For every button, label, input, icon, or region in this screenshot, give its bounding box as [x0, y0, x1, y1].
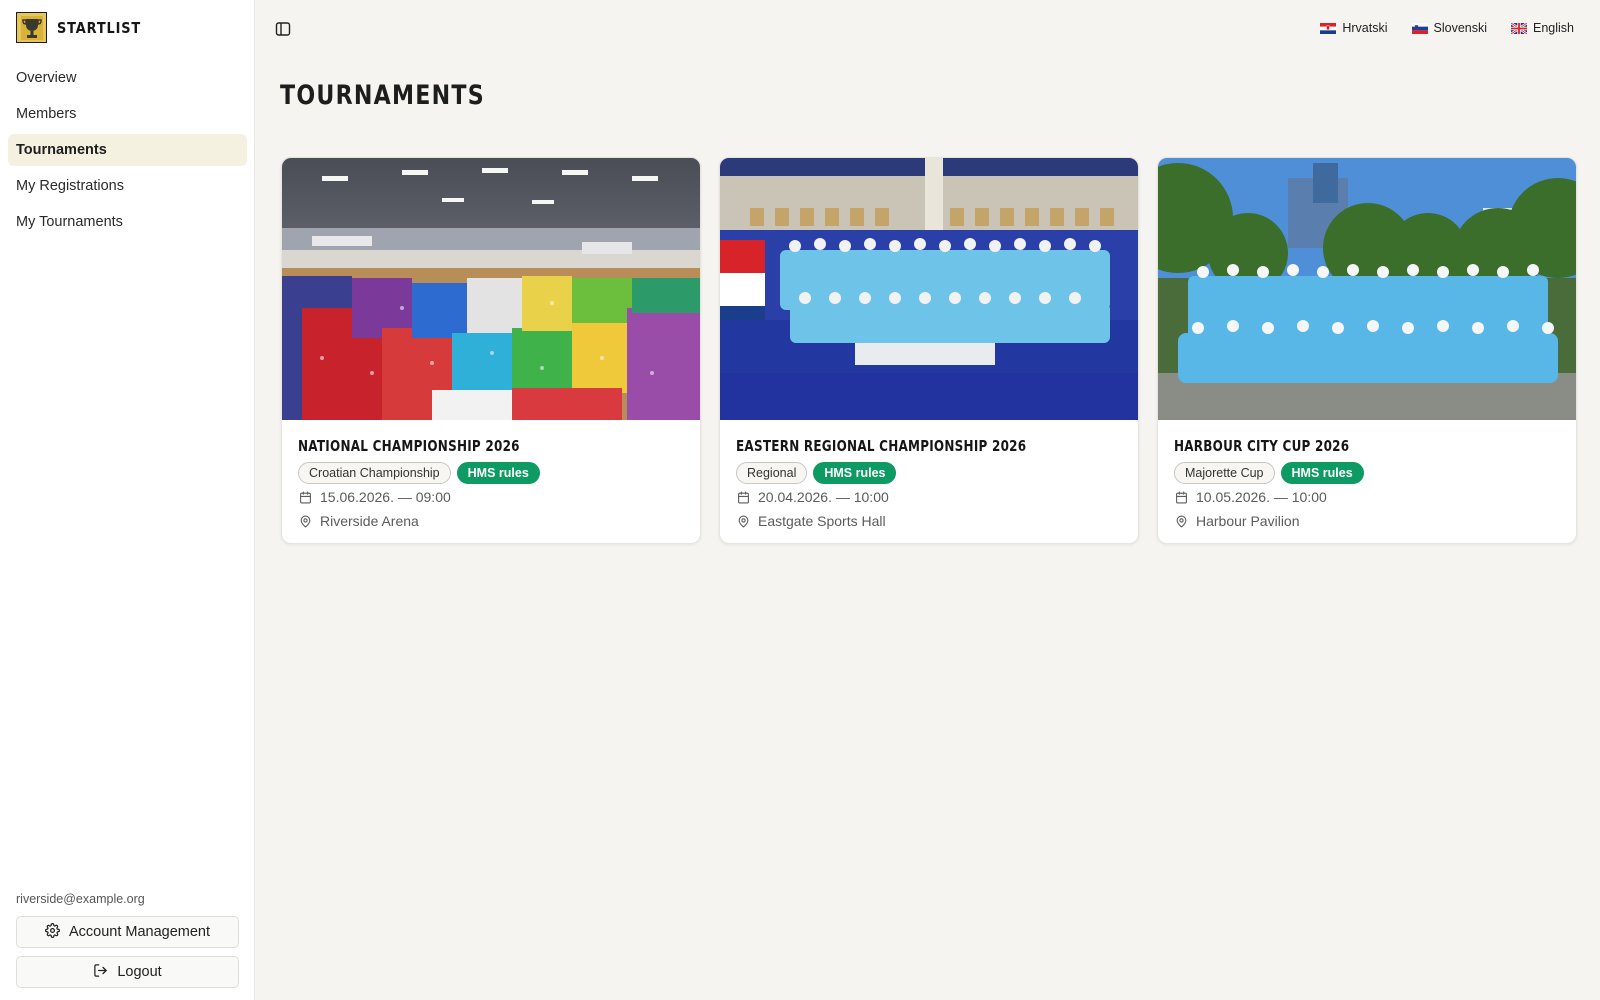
tournament-grid: NATIONAL CHAMPIONSHIP 2026 Croatian Cham…	[281, 157, 1577, 544]
slovenia-flag-icon	[1411, 22, 1428, 34]
language-hrvatski-label: Hrvatski	[1342, 21, 1388, 35]
tournament-photo	[1158, 158, 1576, 420]
language-english[interactable]: English	[1511, 18, 1574, 38]
account-management-label: Account Management	[68, 924, 211, 940]
uk-flag-icon	[1511, 22, 1527, 34]
tournament-title: NATIONAL CHAMPIONSHIP 2026	[298, 437, 520, 455]
language-slovenski[interactable]: Slovenski	[1411, 18, 1488, 38]
tournament-photo	[720, 158, 1138, 420]
category-badge: Regional	[736, 462, 808, 484]
logout-button[interactable]: Logout	[16, 956, 239, 988]
sidebar-item-tournaments[interactable]: Tournaments	[8, 134, 247, 166]
rules-badge: HMS rules	[813, 462, 897, 484]
venue-text: Harbour Pavilion	[1196, 513, 1300, 529]
account-management-button[interactable]: Account Management	[16, 916, 239, 948]
page-title: TOURNAMENTS	[280, 80, 485, 111]
tournament-datetime: 20.04.2026. — 10:00	[736, 486, 1122, 508]
trophy-icon	[16, 12, 47, 43]
datetime-text: 20.04.2026. — 10:00	[758, 489, 889, 505]
sidebar-item-my-tournaments[interactable]: My Tournaments	[8, 206, 247, 238]
tournament-title: EASTERN REGIONAL CHAMPIONSHIP 2026	[736, 437, 1027, 455]
tournament-card[interactable]: NATIONAL CHAMPIONSHIP 2026 Croatian Cham…	[281, 157, 701, 544]
calendar-icon	[298, 490, 312, 504]
logout-label: Logout	[117, 964, 162, 980]
tournament-card[interactable]: HARBOUR CITY CUP 2026 Majorette Cup HMS …	[1157, 157, 1577, 544]
language-switcher: Hrvatski Slovenski English	[1320, 18, 1574, 38]
language-hrvatski[interactable]: Hrvatski	[1320, 18, 1388, 38]
tournament-card[interactable]: EASTERN REGIONAL CHAMPIONSHIP 2026 Regio…	[719, 157, 1139, 544]
sidebar-item-members[interactable]: Members	[8, 98, 247, 130]
language-english-label: English	[1533, 21, 1574, 35]
tournament-venue: Riverside Arena	[298, 510, 684, 532]
tournament-venue: Harbour Pavilion	[1174, 510, 1560, 532]
brand[interactable]: STARTLIST	[16, 12, 155, 43]
location-pin-icon	[1174, 514, 1188, 528]
sidebar-toggle-icon[interactable]	[272, 18, 294, 40]
tournament-datetime: 15.06.2026. — 09:00	[298, 486, 684, 508]
location-pin-icon	[736, 514, 750, 528]
calendar-icon	[1174, 490, 1188, 504]
rules-badge: HMS rules	[456, 462, 540, 484]
sidebar: STARTLIST Overview Members Tournaments M…	[0, 0, 255, 1000]
sidebar-nav: Overview Members Tournaments My Registra…	[8, 62, 247, 242]
venue-text: Riverside Arena	[320, 513, 419, 529]
sidebar-item-my-registrations[interactable]: My Registrations	[8, 170, 247, 202]
rules-badge: HMS rules	[1280, 462, 1364, 484]
datetime-text: 10.05.2026. — 10:00	[1196, 489, 1327, 505]
croatia-flag-icon	[1320, 22, 1337, 34]
gear-icon	[45, 922, 60, 942]
logout-icon	[93, 963, 108, 982]
datetime-text: 15.06.2026. — 09:00	[320, 489, 451, 505]
tournament-photo	[282, 158, 700, 420]
category-badge: Croatian Championship	[298, 462, 451, 484]
sidebar-item-overview[interactable]: Overview	[8, 62, 247, 94]
location-pin-icon	[298, 514, 312, 528]
category-badge: Majorette Cup	[1174, 462, 1275, 484]
venue-text: Eastgate Sports Hall	[758, 513, 886, 529]
calendar-icon	[736, 490, 750, 504]
tournament-venue: Eastgate Sports Hall	[736, 510, 1122, 532]
tournament-title: HARBOUR CITY CUP 2026	[1174, 437, 1350, 455]
brand-name: STARTLIST	[57, 18, 142, 37]
tournament-datetime: 10.05.2026. — 10:00	[1174, 486, 1560, 508]
user-email: riverside@example.org	[16, 892, 145, 906]
language-slovenski-label: Slovenski	[1433, 21, 1488, 35]
